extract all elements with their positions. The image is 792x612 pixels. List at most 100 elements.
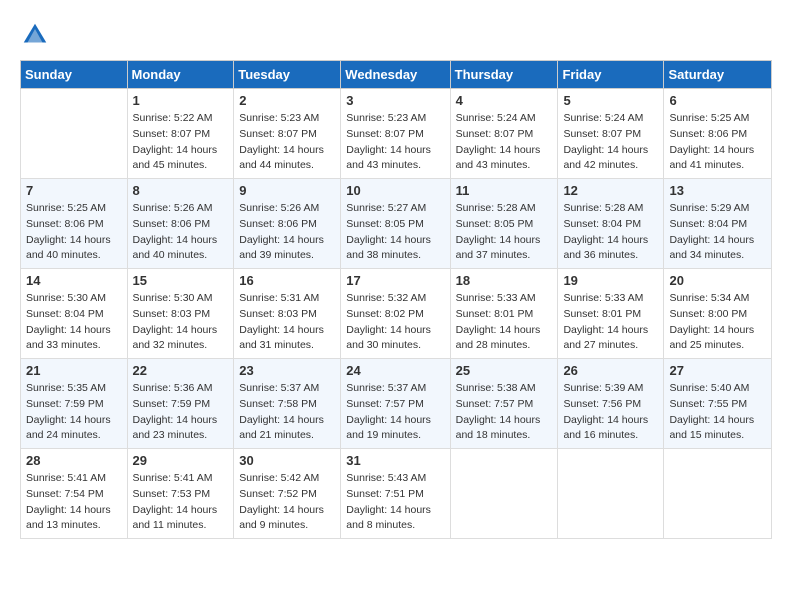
day-cell: 3 Sunrise: 5:23 AMSunset: 8:07 PMDaylight… (341, 89, 450, 179)
day-info: Sunrise: 5:24 AMSunset: 8:07 PMDaylight:… (456, 111, 553, 174)
day-number: 16 (239, 273, 335, 288)
day-cell: 8 Sunrise: 5:26 AMSunset: 8:06 PMDaylight… (127, 179, 234, 269)
day-info: Sunrise: 5:34 AMSunset: 8:00 PMDaylight:… (669, 291, 766, 354)
day-info: Sunrise: 5:43 AMSunset: 7:51 PMDaylight:… (346, 471, 444, 534)
day-cell (664, 449, 772, 539)
day-info: Sunrise: 5:30 AMSunset: 8:04 PMDaylight:… (26, 291, 122, 354)
day-number: 8 (133, 183, 229, 198)
day-cell: 6Sunrise: 5:25 AMSunset: 8:06 PMDaylight… (664, 89, 772, 179)
day-cell: 24Sunrise: 5:37 AMSunset: 7:57 PMDayligh… (341, 359, 450, 449)
day-info: Sunrise: 5:27 AMSunset: 8:05 PMDaylight:… (346, 201, 444, 264)
day-number: 23 (239, 363, 335, 378)
day-cell: 10 Sunrise: 5:27 AMSunset: 8:05 PMDayligh… (341, 179, 450, 269)
week-row-4: 21 Sunrise: 5:35 AMSunset: 7:59 PMDayligh… (21, 359, 772, 449)
day-cell: 7 Sunrise: 5:25 AMSunset: 8:06 PMDaylight… (21, 179, 128, 269)
day-cell: 15 Sunrise: 5:30 AMSunset: 8:03 PMDayligh… (127, 269, 234, 359)
col-header-saturday: Saturday (664, 61, 772, 89)
logo-icon (20, 20, 50, 50)
day-number: 2 (239, 93, 335, 108)
day-number: 13 (669, 183, 766, 198)
day-info: Sunrise: 5:28 AMSunset: 8:05 PMDaylight:… (456, 201, 553, 264)
week-row-3: 14 Sunrise: 5:30 AMSunset: 8:04 PMDayligh… (21, 269, 772, 359)
day-number: 30 (239, 453, 335, 468)
logo (20, 20, 54, 50)
day-number: 4 (456, 93, 553, 108)
day-cell: 18 Sunrise: 5:33 AMSunset: 8:01 PMDayligh… (450, 269, 558, 359)
day-cell (450, 449, 558, 539)
day-cell: 1Sunrise: 5:22 AMSunset: 8:07 PMDaylight… (127, 89, 234, 179)
day-cell: 25 Sunrise: 5:38 AMSunset: 7:57 PMDayligh… (450, 359, 558, 449)
day-info: Sunrise: 5:26 AMSunset: 8:06 PMDaylight:… (133, 201, 229, 264)
day-info: Sunrise: 5:22 AMSunset: 8:07 PMDaylight:… (133, 111, 229, 174)
day-cell: 9Sunrise: 5:26 AMSunset: 8:06 PMDaylight… (234, 179, 341, 269)
day-info: Sunrise: 5:30 AMSunset: 8:03 PMDaylight:… (133, 291, 229, 354)
day-number: 20 (669, 273, 766, 288)
day-info: Sunrise: 5:33 AMSunset: 8:01 PMDaylight:… (456, 291, 553, 354)
day-info: Sunrise: 5:40 AMSunset: 7:55 PMDaylight:… (669, 381, 766, 444)
day-number: 26 (563, 363, 658, 378)
day-number: 17 (346, 273, 444, 288)
week-row-5: 28Sunrise: 5:41 AMSunset: 7:54 PMDayligh… (21, 449, 772, 539)
day-info: Sunrise: 5:39 AMSunset: 7:56 PMDaylight:… (563, 381, 658, 444)
week-row-2: 7 Sunrise: 5:25 AMSunset: 8:06 PMDaylight… (21, 179, 772, 269)
day-cell: 26 Sunrise: 5:39 AMSunset: 7:56 PMDayligh… (558, 359, 664, 449)
day-info: Sunrise: 5:33 AMSunset: 8:01 PMDaylight:… (563, 291, 658, 354)
col-header-sunday: Sunday (21, 61, 128, 89)
day-cell: 22Sunrise: 5:36 AMSunset: 7:59 PMDayligh… (127, 359, 234, 449)
calendar-table: SundayMondayTuesdayWednesdayThursdayFrid… (20, 60, 772, 539)
day-cell: 20 Sunrise: 5:34 AMSunset: 8:00 PMDayligh… (664, 269, 772, 359)
day-info: Sunrise: 5:25 AMSunset: 8:06 PMDaylight:… (26, 201, 122, 264)
day-number: 12 (563, 183, 658, 198)
col-header-friday: Friday (558, 61, 664, 89)
day-cell: 13 Sunrise: 5:29 AMSunset: 8:04 PMDayligh… (664, 179, 772, 269)
day-cell: 2 Sunrise: 5:23 AMSunset: 8:07 PMDaylight… (234, 89, 341, 179)
day-cell: 4 Sunrise: 5:24 AMSunset: 8:07 PMDaylight… (450, 89, 558, 179)
day-info: Sunrise: 5:38 AMSunset: 7:57 PMDaylight:… (456, 381, 553, 444)
calendar-body: 1Sunrise: 5:22 AMSunset: 8:07 PMDaylight… (21, 89, 772, 539)
day-number: 6 (669, 93, 766, 108)
header-row: SundayMondayTuesdayWednesdayThursdayFrid… (21, 61, 772, 89)
day-info: Sunrise: 5:41 AMSunset: 7:54 PMDaylight:… (26, 471, 122, 534)
day-info: Sunrise: 5:29 AMSunset: 8:04 PMDaylight:… (669, 201, 766, 264)
day-number: 19 (563, 273, 658, 288)
day-info: Sunrise: 5:37 AMSunset: 7:58 PMDaylight:… (239, 381, 335, 444)
day-cell: 17Sunrise: 5:32 AMSunset: 8:02 PMDayligh… (341, 269, 450, 359)
day-info: Sunrise: 5:24 AMSunset: 8:07 PMDaylight:… (563, 111, 658, 174)
day-cell: 29 Sunrise: 5:41 AMSunset: 7:53 PMDayligh… (127, 449, 234, 539)
day-cell: 5 Sunrise: 5:24 AMSunset: 8:07 PMDaylight… (558, 89, 664, 179)
day-info: Sunrise: 5:28 AMSunset: 8:04 PMDaylight:… (563, 201, 658, 264)
day-cell: 30 Sunrise: 5:42 AMSunset: 7:52 PMDayligh… (234, 449, 341, 539)
day-number: 3 (346, 93, 444, 108)
day-info: Sunrise: 5:42 AMSunset: 7:52 PMDaylight:… (239, 471, 335, 534)
day-info: Sunrise: 5:23 AMSunset: 8:07 PMDaylight:… (239, 111, 335, 174)
page-header (20, 20, 772, 50)
day-info: Sunrise: 5:41 AMSunset: 7:53 PMDaylight:… (133, 471, 229, 534)
col-header-monday: Monday (127, 61, 234, 89)
day-info: Sunrise: 5:31 AMSunset: 8:03 PMDaylight:… (239, 291, 335, 354)
day-cell (558, 449, 664, 539)
day-number: 25 (456, 363, 553, 378)
day-info: Sunrise: 5:23 AMSunset: 8:07 PMDaylight:… (346, 111, 444, 174)
day-number: 5 (563, 93, 658, 108)
day-info: Sunrise: 5:37 AMSunset: 7:57 PMDaylight:… (346, 381, 444, 444)
day-cell: 27 Sunrise: 5:40 AMSunset: 7:55 PMDayligh… (664, 359, 772, 449)
day-cell: 14 Sunrise: 5:30 AMSunset: 8:04 PMDayligh… (21, 269, 128, 359)
week-row-1: 1Sunrise: 5:22 AMSunset: 8:07 PMDaylight… (21, 89, 772, 179)
day-number: 29 (133, 453, 229, 468)
day-number: 18 (456, 273, 553, 288)
col-header-wednesday: Wednesday (341, 61, 450, 89)
day-number: 10 (346, 183, 444, 198)
day-number: 31 (346, 453, 444, 468)
day-number: 27 (669, 363, 766, 378)
calendar-header: SundayMondayTuesdayWednesdayThursdayFrid… (21, 61, 772, 89)
day-cell (21, 89, 128, 179)
day-number: 21 (26, 363, 122, 378)
day-cell: 23 Sunrise: 5:37 AMSunset: 7:58 PMDayligh… (234, 359, 341, 449)
day-number: 7 (26, 183, 122, 198)
day-cell: 21 Sunrise: 5:35 AMSunset: 7:59 PMDayligh… (21, 359, 128, 449)
col-header-thursday: Thursday (450, 61, 558, 89)
day-info: Sunrise: 5:35 AMSunset: 7:59 PMDaylight:… (26, 381, 122, 444)
day-info: Sunrise: 5:36 AMSunset: 7:59 PMDaylight:… (133, 381, 229, 444)
day-number: 14 (26, 273, 122, 288)
day-number: 15 (133, 273, 229, 288)
